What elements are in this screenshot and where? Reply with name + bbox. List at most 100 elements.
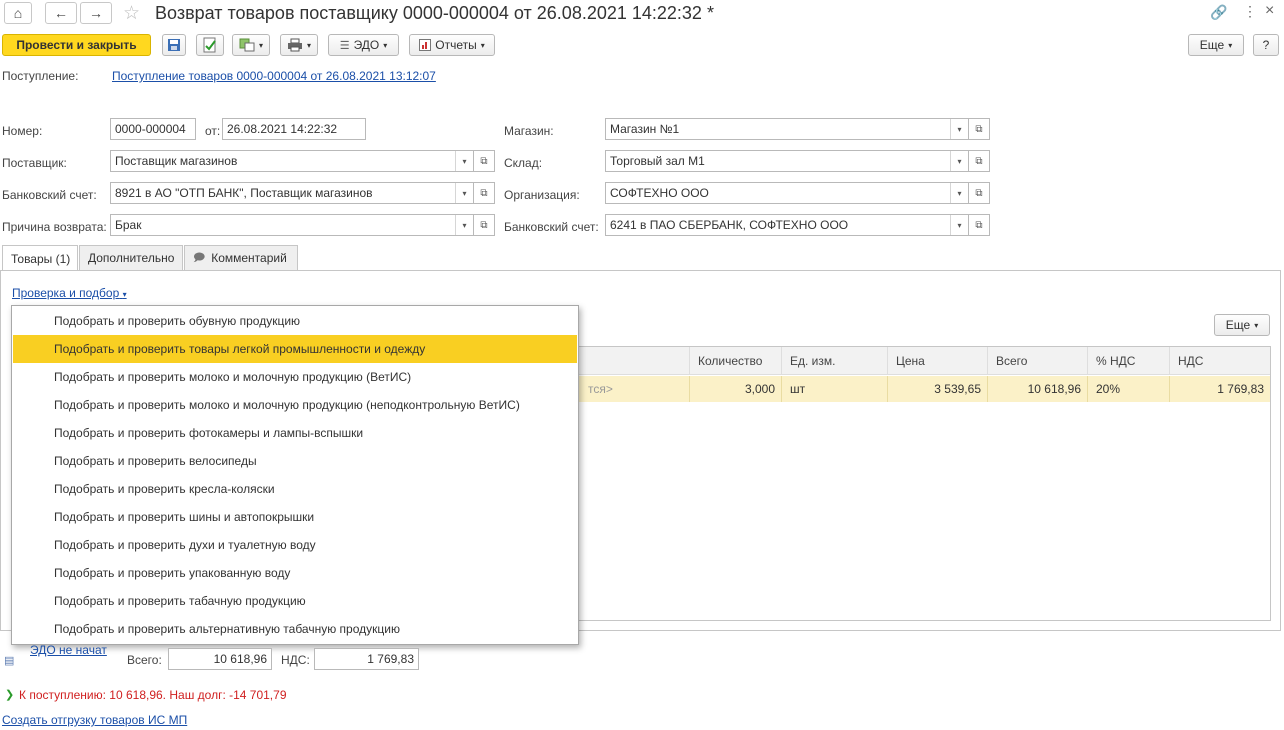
menu-item-cameras[interactable]: Подобрать и проверить фотокамеры и лампы… (13, 419, 577, 447)
column-header-price[interactable]: Цена (888, 347, 988, 375)
open-return-reason-button[interactable]: ⧉ (473, 214, 495, 236)
menu-item-perfume[interactable]: Подобрать и проверить духи и туалетную в… (13, 531, 577, 559)
column-header-total[interactable]: Всего (988, 347, 1088, 375)
home-button[interactable]: ⌂ (4, 2, 32, 24)
warehouse-field[interactable]: Торговый зал М1 ▾ (605, 150, 969, 172)
due-status-text: К поступлению: 10 618,96. Наш долг: -14 … (19, 688, 287, 702)
expand-arrow-icon[interactable]: ❯ (5, 688, 14, 701)
column-header-vat-rate[interactable]: % НДС (1088, 347, 1170, 375)
create-shipment-link[interactable]: Создать отгрузку товаров ИС МП (2, 713, 187, 727)
menu-item-tires[interactable]: Подобрать и проверить шины и автопокрышк… (13, 503, 577, 531)
menu-item-light-industry[interactable]: Подобрать и проверить товары легкой пром… (13, 335, 577, 363)
open-supplier-button[interactable]: ⧉ (473, 150, 495, 172)
supplier-field[interactable]: Поставщик магазинов ▾ (110, 150, 474, 172)
reports-button[interactable]: Отчеты ▾ (409, 34, 495, 56)
row-cell-price[interactable]: 3 539,65 (888, 376, 988, 402)
edo-label: ЭДО (353, 38, 380, 52)
vat-total-value: 1 769,83 (367, 652, 414, 666)
open-window-icon: ⧉ (480, 155, 488, 167)
forward-button[interactable]: → (80, 2, 112, 24)
date-field[interactable]: 26.08.2021 14:22:32 (222, 118, 366, 140)
more-button[interactable]: Еще ▾ (1188, 34, 1244, 56)
dropdown-arrow-icon[interactable]: ▾ (455, 183, 473, 203)
row-cell-vat-rate[interactable]: 20% (1088, 376, 1170, 402)
edo-icon: ☰ (339, 39, 350, 52)
back-button[interactable]: ← (45, 2, 77, 24)
dropdown-arrow-icon[interactable]: ▾ (950, 183, 968, 203)
save-button[interactable] (162, 34, 186, 56)
store-field[interactable]: Магазин №1 ▾ (605, 118, 969, 140)
create-based-icon (239, 38, 255, 52)
bank-account-value: 8921 в АО "ОТП БАНК", Поставщик магазино… (115, 186, 373, 200)
menu-item-tobacco[interactable]: Подобрать и проверить табачную продукцию (13, 587, 577, 615)
vat-total-field: 1 769,83 (314, 648, 419, 670)
dropdown-arrow-icon[interactable]: ▾ (455, 151, 473, 171)
check-and-select-link[interactable]: Проверка и подбор ▾ (12, 286, 127, 300)
open-org-bank-account-button[interactable]: ⧉ (968, 214, 990, 236)
favorite-star-icon[interactable]: ☆ (123, 2, 140, 25)
home-icon: ⌂ (13, 5, 23, 21)
organization-label: Организация: (504, 188, 580, 202)
create-based-on-button[interactable]: ▾ (232, 34, 270, 56)
open-bank-account-button[interactable]: ⧉ (473, 182, 495, 204)
dropdown-arrow-icon[interactable]: ▾ (950, 119, 968, 139)
tab-goods[interactable]: Товары (1) (2, 245, 78, 271)
total-value: 10 618,96 (213, 652, 267, 666)
post-button[interactable] (196, 34, 224, 56)
menu-item-milk-vetis[interactable]: Подобрать и проверить молоко и молочную … (13, 363, 577, 391)
link-icon[interactable]: 🔗 (1210, 4, 1227, 21)
receipt-link[interactable]: Поступление товаров 0000-000004 от 26.08… (112, 69, 436, 83)
row-cell-quantity[interactable]: 3,000 (690, 376, 782, 402)
arrow-left-icon: ← (54, 5, 68, 21)
return-reason-label: Причина возврата: (2, 220, 107, 234)
bank-account-field[interactable]: 8921 в АО "ОТП БАНК", Поставщик магазино… (110, 182, 474, 204)
return-reason-field[interactable]: Брак ▾ (110, 214, 474, 236)
column-header-unit[interactable]: Ед. изм. (782, 347, 888, 375)
number-field[interactable]: 0000-000004 (110, 118, 196, 140)
arrow-right-icon: → (89, 5, 103, 21)
org-bank-account-value: 6241 в ПАО СБЕРБАНК, СОФТЕХНО ООО (610, 218, 849, 232)
organization-field[interactable]: СОФТЕХНО ООО ▾ (605, 182, 969, 204)
menu-item-shoes[interactable]: Подобрать и проверить обувную продукцию (13, 307, 577, 335)
return-reason-value: Брак (115, 218, 142, 232)
dropdown-arrow-icon[interactable]: ▾ (950, 215, 968, 235)
open-organization-button[interactable]: ⧉ (968, 182, 990, 204)
post-and-close-button[interactable]: Провести и закрыть (2, 34, 151, 56)
close-icon[interactable]: × (1265, 2, 1274, 20)
open-window-icon: ⧉ (975, 155, 983, 167)
dropdown-arrow-icon[interactable]: ▾ (455, 215, 473, 235)
store-label: Магазин: (504, 124, 554, 138)
more-vertical-icon[interactable]: ⋮ (1243, 3, 1257, 20)
check-and-select-menu: Подобрать и проверить обувную продукцию … (11, 305, 579, 645)
tab-comment[interactable]: 🗩 Комментарий (184, 245, 298, 270)
menu-item-water[interactable]: Подобрать и проверить упакованную воду (13, 559, 577, 587)
menu-item-alt-tobacco[interactable]: Подобрать и проверить альтернативную таб… (13, 615, 577, 643)
chevron-down-icon: ▾ (122, 290, 127, 299)
dropdown-arrow-icon[interactable]: ▾ (950, 151, 968, 171)
help-button[interactable]: ? (1253, 34, 1279, 56)
row-cell-vat[interactable]: 1 769,83 (1170, 376, 1270, 402)
org-bank-account-field[interactable]: 6241 в ПАО СБЕРБАНК, СОФТЕХНО ООО ▾ (605, 214, 969, 236)
edo-status-link[interactable]: ЭДО не начат (30, 643, 107, 657)
goods-more-button[interactable]: Еще ▾ (1214, 314, 1270, 336)
edo-button[interactable]: ☰ ЭДО ▾ (328, 34, 399, 56)
vat-total-label: НДС: (281, 653, 310, 667)
total-label: Всего: (127, 653, 162, 667)
print-button[interactable]: ▾ (280, 34, 318, 56)
menu-item-milk-non-vetis[interactable]: Подобрать и проверить молоко и молочную … (13, 391, 577, 419)
save-icon (168, 39, 180, 51)
menu-item-bicycles[interactable]: Подобрать и проверить велосипеды (13, 447, 577, 475)
menu-item-wheelchairs[interactable]: Подобрать и проверить кресла-коляски (13, 475, 577, 503)
open-store-button[interactable]: ⧉ (968, 118, 990, 140)
row-cell-total[interactable]: 10 618,96 (988, 376, 1088, 402)
column-header-vat[interactable]: НДС (1170, 347, 1270, 375)
column-header-quantity[interactable]: Количество (690, 347, 782, 375)
total-field: 10 618,96 (168, 648, 272, 670)
warehouse-value: Торговый зал М1 (610, 154, 705, 168)
tab-additional[interactable]: Дополнительно (79, 245, 183, 270)
tab-additional-label: Дополнительно (88, 251, 175, 265)
open-warehouse-button[interactable]: ⧉ (968, 150, 990, 172)
row-cell-unit[interactable]: шт (782, 376, 888, 402)
chevron-down-icon: ▾ (258, 40, 263, 50)
check-and-select-label: Проверка и подбор (12, 286, 120, 300)
